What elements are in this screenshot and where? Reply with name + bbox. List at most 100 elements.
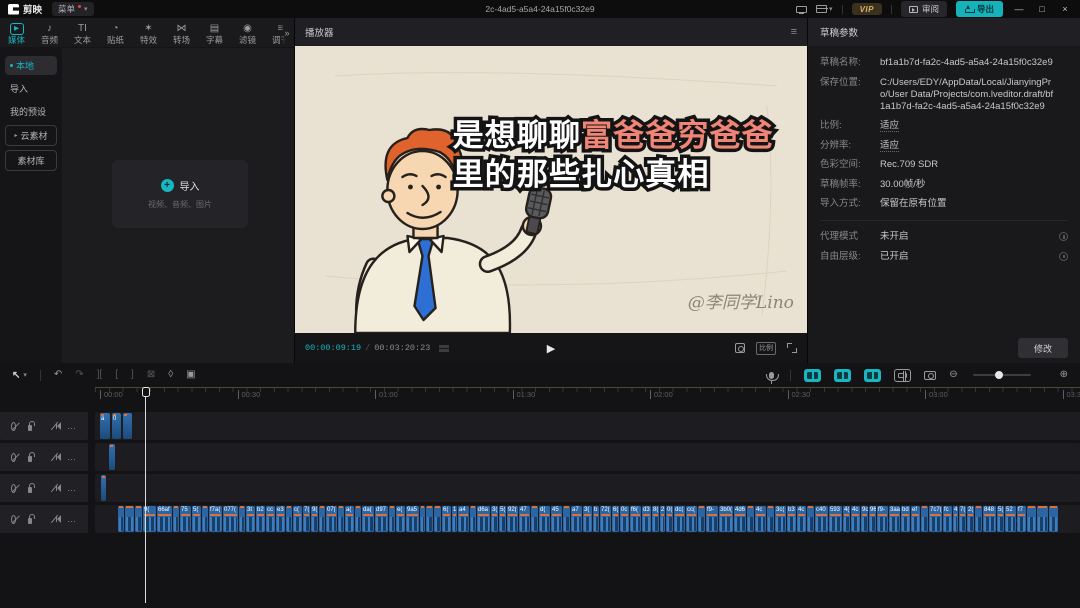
audio-segment[interactable]: bd xyxy=(901,506,910,532)
info-icon[interactable] xyxy=(1059,252,1068,261)
record-voiceover-icon[interactable] xyxy=(769,372,774,379)
audio-segment[interactable]: 5( xyxy=(192,506,201,532)
audio-segment[interactable]: e( xyxy=(396,506,405,532)
audio-segment[interactable]: 66af xyxy=(157,506,172,532)
audio-segment[interactable]: d6a xyxy=(477,506,490,532)
audio-segment[interactable] xyxy=(1037,506,1048,532)
audio-segment[interactable] xyxy=(698,506,705,532)
audio-segment[interactable] xyxy=(921,506,928,532)
audio-segment[interactable]: cc xyxy=(266,506,275,532)
device-preview-icon[interactable] xyxy=(796,6,807,13)
audio-segment[interactable] xyxy=(125,506,134,532)
sidebar-item-本地[interactable]: 本地 xyxy=(5,56,57,75)
fullscreen-icon[interactable] xyxy=(787,343,797,353)
lock-track-icon[interactable] xyxy=(28,487,32,493)
track-more-icon[interactable]: … xyxy=(67,454,77,460)
tab-媒体[interactable]: ▶媒体 xyxy=(0,18,33,47)
audio-segment[interactable] xyxy=(202,506,208,532)
timeline-zoom-slider[interactable] xyxy=(973,374,1031,376)
audio-segment[interactable] xyxy=(286,506,292,532)
audio-segment[interactable]: d( xyxy=(539,506,550,532)
lock-track-icon[interactable] xyxy=(28,456,32,462)
audio-segment[interactable]: f7 xyxy=(1017,506,1026,532)
modify-button[interactable]: 修改 xyxy=(1018,338,1068,358)
tab-滤镜[interactable]: ◉滤镜 xyxy=(231,18,264,47)
field-value[interactable]: 适应 xyxy=(880,140,1068,152)
menu-button[interactable]: 菜单 ▾ xyxy=(52,2,94,16)
audio-segment[interactable]: 3( xyxy=(583,506,592,532)
video-preview[interactable]: 是想聊聊富爸爸穷爸爸 里的那些扎心真相 @李同学Lino xyxy=(295,46,807,333)
audio-segment[interactable] xyxy=(1027,506,1036,532)
audio-segment[interactable]: 6( xyxy=(612,506,619,532)
audio-segment[interactable]: c( xyxy=(293,506,302,532)
mute-track-icon[interactable] xyxy=(56,455,57,460)
select-tool-button[interactable]: ↖ ▾ xyxy=(12,370,27,381)
audio-segment[interactable]: 52 xyxy=(1005,506,1016,532)
audio-segment[interactable]: b xyxy=(593,506,599,532)
audio-segment[interactable] xyxy=(563,506,570,532)
hide-track-icon[interactable] xyxy=(11,484,16,493)
audio-segment[interactable] xyxy=(239,506,245,532)
audio-segment[interactable]: 45 xyxy=(551,506,562,532)
audio-segment[interactable] xyxy=(135,506,142,532)
clip[interactable] xyxy=(109,444,115,470)
audio-segment[interactable]: 4c xyxy=(851,506,860,532)
audio-segment[interactable]: 1 xyxy=(452,506,457,532)
info-icon[interactable] xyxy=(1059,232,1068,241)
audio-segment[interactable]: cc( xyxy=(686,506,697,532)
freeze-frame-icon[interactable]: ▣ xyxy=(186,369,195,381)
audio-segment[interactable]: 2 xyxy=(660,506,665,532)
audio-segment[interactable]: 4 xyxy=(953,506,958,532)
main-track-magnet-icon[interactable] xyxy=(894,369,911,382)
audio-segment[interactable]: a4 xyxy=(458,506,469,532)
tab-转场[interactable]: ⋈转场 xyxy=(165,18,198,47)
undo-icon[interactable]: ↶ xyxy=(54,369,62,381)
audio-segment[interactable] xyxy=(420,506,425,532)
vip-badge[interactable]: VIP xyxy=(852,3,882,15)
audio-segment[interactable] xyxy=(118,506,124,532)
audio-segment[interactable]: 3aa xyxy=(889,506,900,532)
audio-segment[interactable]: d97 xyxy=(375,506,388,532)
redo-icon[interactable]: ↷ xyxy=(75,369,83,381)
audio-segment[interactable] xyxy=(389,506,395,532)
split-icon[interactable]: ][ xyxy=(97,369,103,381)
audio-segment[interactable]: a( xyxy=(345,506,354,532)
playhead-handle[interactable] xyxy=(142,387,150,397)
audio-segment[interactable]: a7 xyxy=(571,506,582,532)
canvas-ratio-button[interactable]: 比例 xyxy=(756,342,776,355)
audio-segment[interactable]: 96 xyxy=(869,506,876,532)
audio-segment[interactable]: 7( xyxy=(303,506,310,532)
window-minimize-button[interactable]: — xyxy=(1012,4,1026,14)
review-button[interactable]: 审阅 xyxy=(901,1,947,17)
audio-segment[interactable]: 9( xyxy=(311,506,318,532)
mute-track-icon[interactable] xyxy=(56,424,57,429)
sidebar-item-导入[interactable]: 导入 xyxy=(5,79,57,98)
audio-segment[interactable]: 3c( xyxy=(775,506,786,532)
audio-segment[interactable]: 4d6 xyxy=(734,506,746,532)
magnify-detail-icon[interactable] xyxy=(735,343,745,353)
audio-segment[interactable]: 3( xyxy=(491,506,498,532)
tab-字幕[interactable]: ▤字幕 xyxy=(198,18,231,47)
audio-segment[interactable]: f9- xyxy=(877,506,888,532)
tab-特效[interactable]: ✶特效 xyxy=(132,18,165,47)
audio-segment[interactable]: 593 xyxy=(829,506,842,532)
audio-segment[interactable]: 72( xyxy=(600,506,611,532)
audio-segment[interactable]: 92( xyxy=(507,506,518,532)
tabbar-expand-icon[interactable]: » xyxy=(280,18,294,47)
sidebar-item-素材库[interactable]: 素材库 xyxy=(5,150,57,171)
track-lane[interactable]: a0 xyxy=(95,412,1080,440)
audio-segment[interactable] xyxy=(747,506,754,532)
track-head[interactable]: … xyxy=(0,474,88,502)
lock-track-icon[interactable] xyxy=(28,425,32,431)
lock-track-icon[interactable] xyxy=(28,518,32,524)
audio-segment[interactable]: 47 xyxy=(519,506,530,532)
audio-segment[interactable]: b3 xyxy=(787,506,796,532)
audio-segment[interactable]: 07( xyxy=(326,506,337,532)
track-lane[interactable] xyxy=(95,474,1080,502)
field-value[interactable]: 适应 xyxy=(880,120,1068,132)
audio-segment[interactable]: 077( xyxy=(223,506,238,532)
audio-segment[interactable]: 5( xyxy=(499,506,506,532)
audio-segment[interactable] xyxy=(434,506,441,532)
hide-track-icon[interactable] xyxy=(11,422,16,431)
playhead[interactable] xyxy=(145,388,146,603)
